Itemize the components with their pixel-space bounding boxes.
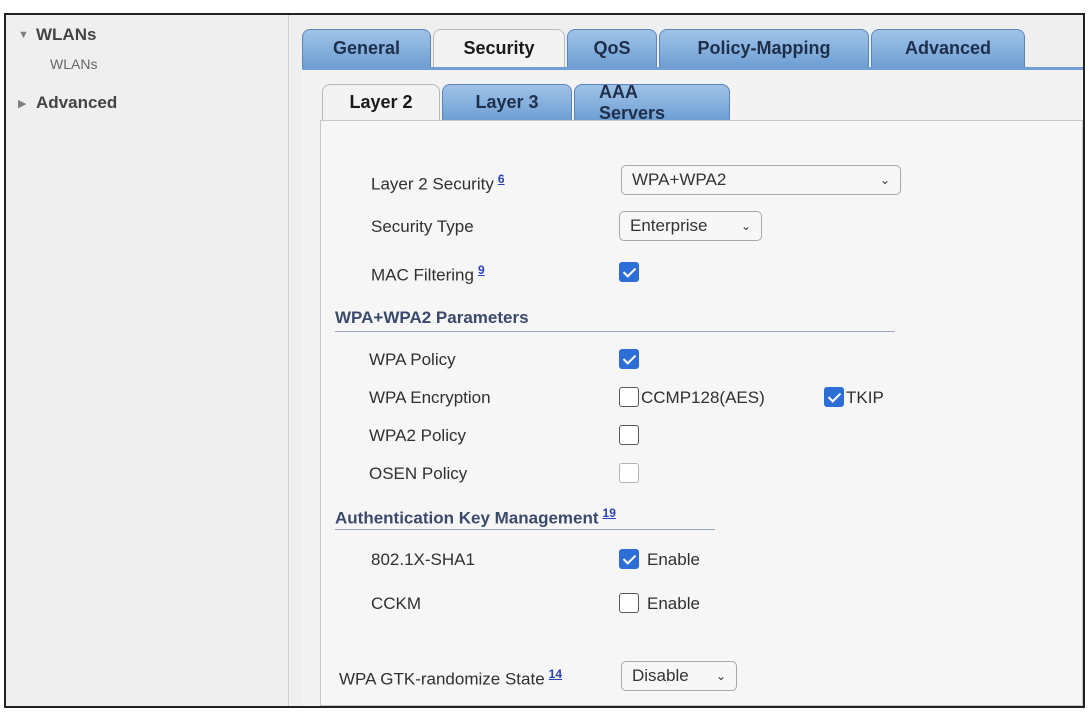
help-link-19[interactable]: 19 [603,506,616,520]
wpa-parameters-title: WPA+WPA2 Parameters [335,308,529,327]
section-divider [335,529,715,530]
main-content: General Security QoS Policy-Mapping Adva… [290,15,1083,706]
expanded-arrow-icon: ▼ [18,29,29,41]
gtk-randomize-select[interactable]: Disable ⌄ [621,661,737,691]
nav-item-wlans[interactable]: ▼ WLANs [18,25,96,45]
dot1x-sha1-enable-label: Enable [647,550,700,569]
tkip-label: TKIP [846,388,884,407]
cckm-checkbox[interactable] [619,593,639,613]
security-subtabs: Layer 2 Layer 3 AAA Servers [322,82,730,123]
layer2-panel: Layer 2 Security 6 WPA+WPA2 ⌄ Security Ty… [320,120,1083,706]
help-link-6[interactable]: 6 [498,172,505,186]
layer2-security-label: Layer 2 Security 6 [371,172,505,194]
nav-subitem-wlans[interactable]: WLANs [50,56,97,72]
subtab-layer2[interactable]: Layer 2 [322,84,440,120]
wlan-config-window: ▼ WLANs WLANs ▶ Advanced General Securit… [4,13,1085,708]
help-link-9[interactable]: 9 [478,263,485,277]
osen-policy-checkbox[interactable] [619,463,639,483]
nav-advanced-label: Advanced [36,93,118,112]
tab-advanced[interactable]: Advanced [871,29,1025,67]
dot1x-sha1-checkbox[interactable] [619,549,639,569]
wpa2-policy-checkbox[interactable] [619,425,639,445]
layer2-security-select[interactable]: WPA+WPA2 ⌄ [621,165,901,195]
tab-general[interactable]: General [302,29,431,67]
wpa-encryption-label: WPA Encryption [369,388,491,407]
top-tabs: General Security QoS Policy-Mapping Adva… [302,29,1025,67]
wpa2-policy-label: WPA2 Policy [369,426,466,445]
security-panel: Layer 2 Layer 3 AAA Servers Layer 2 Secu… [302,70,1083,706]
tab-security[interactable]: Security [433,29,565,67]
dot1x-sha1-label: 802.1X-SHA1 [371,550,475,569]
chevron-down-icon: ⌄ [740,219,751,233]
tkip-checkbox[interactable] [824,387,844,407]
security-type-label: Security Type [371,217,474,236]
nav-item-advanced[interactable]: ▶ Advanced [18,93,117,113]
tab-policy-mapping[interactable]: Policy-Mapping [659,29,869,67]
mac-filtering-checkbox[interactable] [619,262,639,282]
help-link-14[interactable]: 14 [549,667,562,681]
osen-policy-label: OSEN Policy [369,464,468,483]
chevron-down-icon: ⌄ [879,173,890,187]
cckm-label: CCKM [371,594,422,613]
subtab-layer3[interactable]: Layer 3 [442,84,572,120]
cckm-enable-label: Enable [647,594,700,613]
security-type-select[interactable]: Enterprise ⌄ [619,211,762,241]
chevron-down-icon: ⌄ [715,669,726,683]
left-nav: ▼ WLANs WLANs ▶ Advanced [6,15,289,706]
gtk-randomize-label: WPA GTK-randomize State 14 [339,667,563,689]
subtab-aaa-servers[interactable]: AAA Servers [574,82,730,123]
akm-section-title: Authentication Key Management 19 [335,506,616,528]
mac-filtering-label: MAC Filtering 9 [371,263,485,285]
section-divider [335,331,895,332]
tab-qos[interactable]: QoS [567,29,657,67]
ccmp128-checkbox[interactable] [619,387,639,407]
ccmp128-label: CCMP128(AES) [641,388,765,407]
wpa-policy-checkbox[interactable] [619,349,639,369]
collapsed-arrow-icon: ▶ [18,97,27,110]
wpa-policy-label: WPA Policy [369,350,456,369]
nav-wlans-label: WLANs [36,25,97,44]
